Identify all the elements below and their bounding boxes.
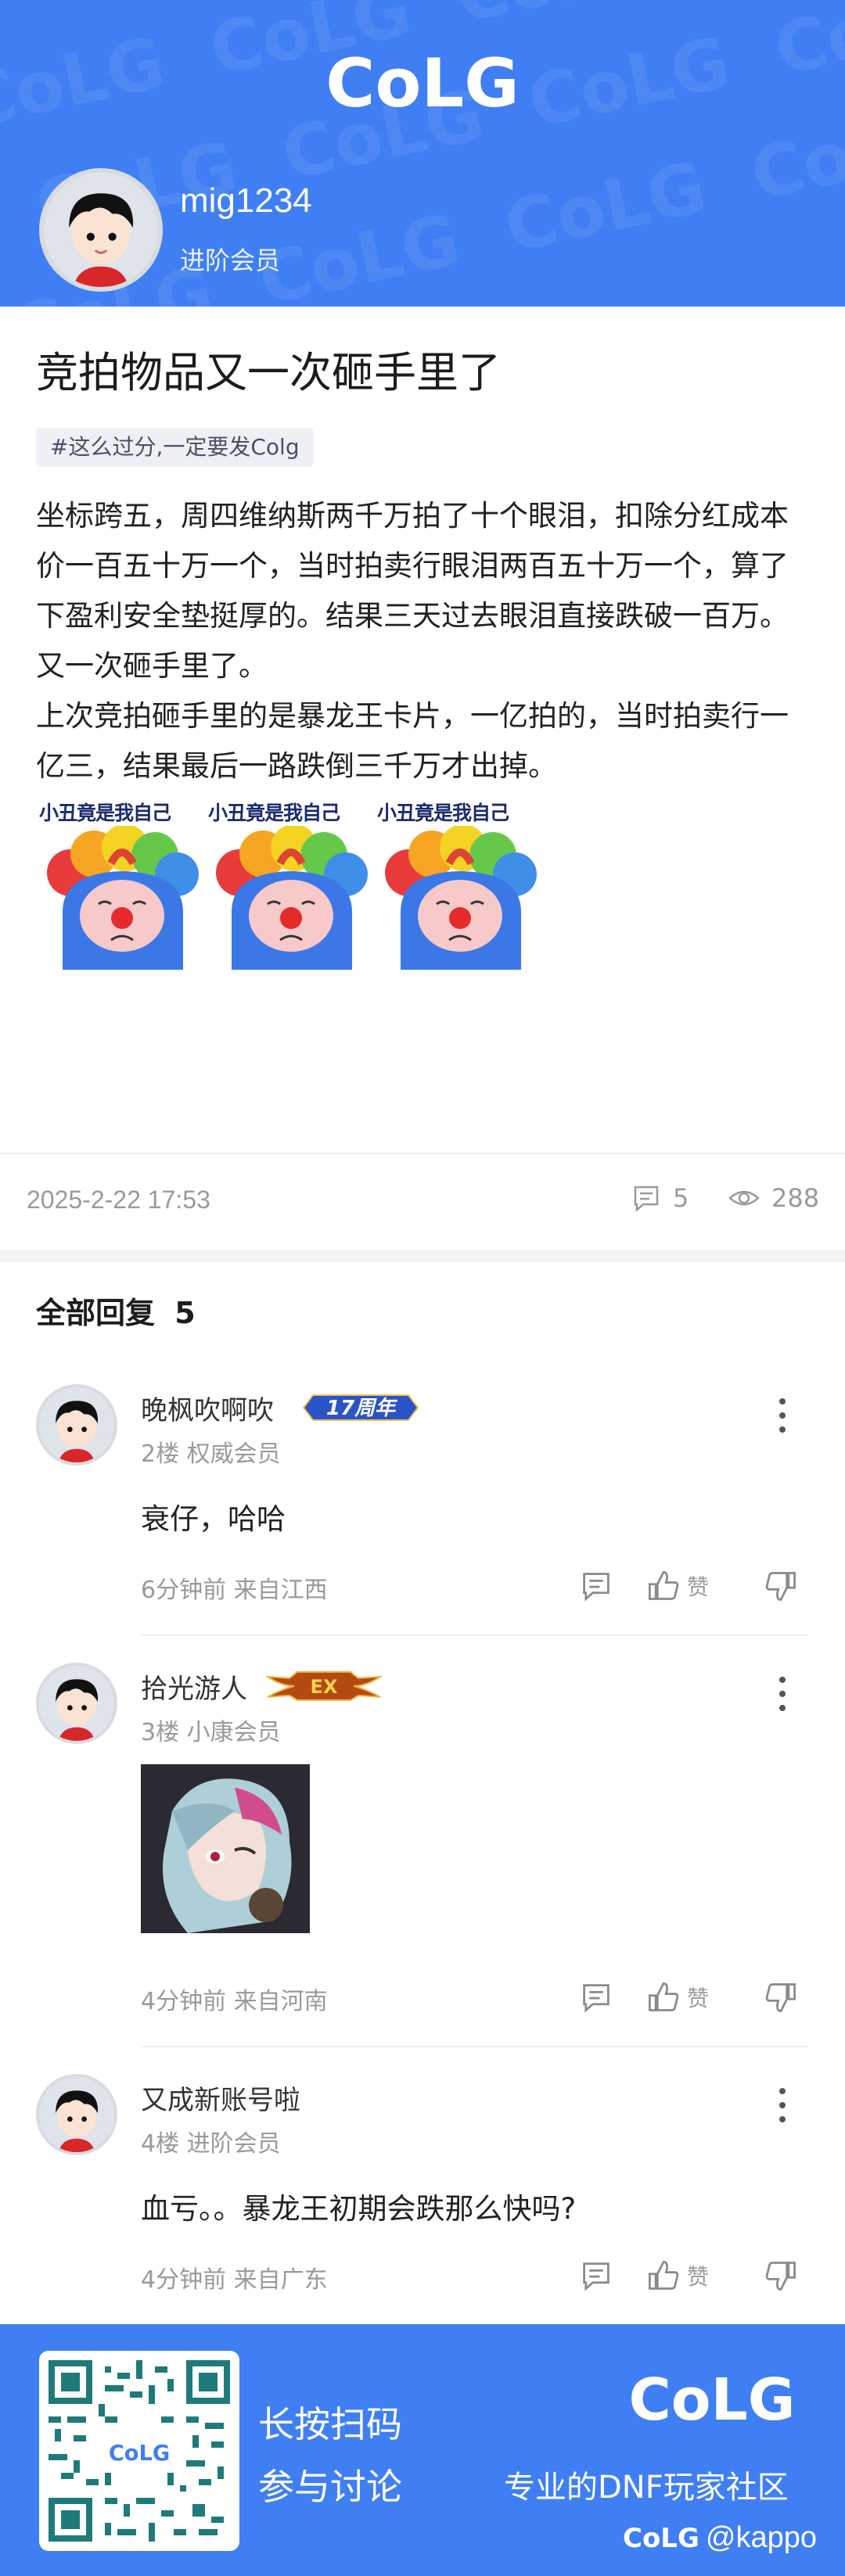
reply-actions: 赞 bbox=[579, 1564, 814, 1608]
more-options-icon[interactable] bbox=[767, 1670, 798, 1717]
reply-actions: 赞 bbox=[579, 1975, 814, 2019]
post-paragraph: 上次竞拍砸手里的是暴龙王卡片，一亿拍的，当时拍卖行一亿三，结果最后一路跌倒三千万… bbox=[36, 699, 789, 783]
reply-image[interactable] bbox=[141, 1764, 310, 1933]
clown-sticker[interactable]: 小丑竟是我自己 bbox=[377, 798, 543, 970]
post-body: 坐标跨五，周四维纳斯两千万拍了十个眼泪，扣除分红成本价一百五十万一个，当时拍卖行… bbox=[36, 491, 811, 791]
svg-text:CoLG: CoLG bbox=[109, 2441, 170, 2466]
reply-item: 拾光游人 EX 3楼 小康会员 4分钟前 来自河南 赞 bbox=[0, 1663, 845, 2047]
like-button[interactable]: 赞 bbox=[646, 2254, 709, 2298]
thumbs-down-icon bbox=[765, 1983, 796, 2012]
share-footer: CoLG 长按扫码 参与讨论 CoLG 专业的DNF玩家社区 CoLG @kap… bbox=[0, 2324, 845, 2576]
reply-item: 晚枫吹啊吹 17周年 2楼 权威会员 衰仔，哈哈 6分钟前 来自江西 赞 bbox=[0, 1384, 845, 1636]
thumbs-up-icon bbox=[649, 2261, 679, 2290]
sticker-caption: 小丑竟是我自己 bbox=[377, 802, 509, 824]
anniversary-badge-icon: 17周年 bbox=[302, 1394, 419, 1421]
thumbs-up-icon bbox=[649, 1982, 679, 2011]
reply-username[interactable]: 拾光游人 bbox=[141, 1667, 247, 1706]
reply-floor: 2楼 权威会员 bbox=[141, 1440, 281, 1468]
svg-text:CoLG: CoLG bbox=[325, 45, 520, 122]
view-count: 288 bbox=[728, 1182, 819, 1214]
sticker-row: 小丑竟是我自己 小丑竟是我自己 小丑竟是我自己 bbox=[39, 798, 548, 970]
replies-label: 全部回复 bbox=[36, 1296, 156, 1330]
author-name[interactable]: mig1234 bbox=[180, 181, 312, 221]
reply-button[interactable] bbox=[579, 1975, 613, 2019]
section-separator bbox=[0, 1250, 845, 1262]
comment-count-button[interactable]: 5 bbox=[631, 1182, 689, 1214]
comment-icon bbox=[583, 1984, 609, 2013]
qr-code[interactable]: CoLG bbox=[39, 2351, 239, 2551]
thumbs-down-icon bbox=[765, 2262, 796, 2291]
replies-count: 5 bbox=[174, 1296, 196, 1330]
footer-slogan: 专业的DNF玩家社区 bbox=[504, 2470, 789, 2506]
reply-username[interactable]: 晚枫吹啊吹 bbox=[141, 1389, 274, 1427]
reply-divider bbox=[141, 2046, 807, 2047]
comment-count: 5 bbox=[673, 1183, 689, 1213]
reply-floor: 3楼 小康会员 bbox=[141, 1719, 281, 1746]
reply-item: 又成新账号啦 4楼 进阶会员 血亏。。暴龙王初期会跌那么快吗? 4分钟前 来自广… bbox=[0, 2074, 845, 2309]
reply-meta: 6分钟前 来自江西 bbox=[141, 1577, 328, 1604]
footer-logo-small: CoLG bbox=[623, 2522, 699, 2554]
reply-floor: 4楼 进阶会员 bbox=[141, 2130, 281, 2158]
reply-meta: 4分钟前 来自河南 bbox=[141, 1988, 328, 2015]
reply-button[interactable] bbox=[579, 2254, 613, 2298]
replies-header: 全部回复 5 bbox=[36, 1289, 196, 1332]
colg-logo: CoLG bbox=[628, 2366, 795, 2434]
post-tag[interactable]: #这么过分,一定要发Colg bbox=[36, 428, 314, 467]
comment-icon bbox=[583, 2262, 609, 2291]
svg-text:CoLG: CoLG bbox=[628, 2366, 795, 2434]
reply-username[interactable]: 又成新账号啦 bbox=[141, 2079, 300, 2117]
clown-sticker[interactable]: 小丑竟是我自己 bbox=[208, 798, 374, 970]
like-button[interactable]: 赞 bbox=[646, 1975, 709, 2019]
view-count-value: 288 bbox=[771, 1183, 820, 1213]
like-label: 赞 bbox=[687, 1574, 710, 1600]
colg-logo: CoLG bbox=[325, 45, 520, 122]
footer-handle: @kappo bbox=[705, 2521, 818, 2554]
thumbs-down-icon bbox=[765, 1572, 796, 1601]
dislike-button[interactable] bbox=[764, 2254, 798, 2298]
more-options-icon[interactable] bbox=[767, 2082, 798, 2129]
like-button[interactable]: 赞 bbox=[646, 1564, 709, 1608]
reply-meta: 4分钟前 来自广东 bbox=[141, 2266, 328, 2294]
sticker-caption: 小丑竟是我自己 bbox=[39, 802, 171, 824]
reply-divider bbox=[141, 1634, 807, 1636]
comment-icon bbox=[583, 1573, 609, 1602]
thumbs-up-icon bbox=[649, 1571, 679, 1600]
post-time: 2025-2-22 17:53 bbox=[27, 1186, 210, 1214]
reply-text: 衰仔，哈哈 bbox=[141, 1502, 286, 1536]
svg-text:EX: EX bbox=[311, 1676, 338, 1698]
qr-code-image: CoLG bbox=[49, 2360, 230, 2542]
reply-avatar[interactable] bbox=[36, 2074, 117, 2155]
sticker-caption: 小丑竟是我自己 bbox=[208, 802, 340, 824]
footer-line-1: 长按扫码 bbox=[258, 2403, 402, 2445]
reply-actions: 赞 bbox=[579, 2254, 814, 2298]
comment-icon bbox=[634, 1186, 659, 1212]
footer-line-2: 参与讨论 bbox=[258, 2466, 402, 2508]
dislike-button[interactable] bbox=[764, 1564, 798, 1608]
svg-text:17周年: 17周年 bbox=[326, 1397, 397, 1420]
author-title: 进阶会员 bbox=[180, 246, 281, 275]
dislike-button[interactable] bbox=[764, 1975, 798, 2019]
reply-text: 血亏。。暴龙王初期会跌那么快吗? bbox=[141, 2192, 577, 2226]
divider bbox=[0, 1153, 845, 1154]
post-title: 竞拍物品又一次砸手里了 bbox=[36, 348, 501, 397]
reply-avatar[interactable] bbox=[36, 1663, 117, 1744]
reply-avatar[interactable] bbox=[36, 1384, 117, 1466]
like-label: 赞 bbox=[687, 2264, 710, 2290]
like-label: 赞 bbox=[687, 1986, 710, 2011]
ex-badge-icon: EX bbox=[266, 1671, 382, 1701]
more-options-icon[interactable] bbox=[767, 1392, 798, 1439]
author-avatar[interactable] bbox=[39, 168, 163, 292]
reply-button[interactable] bbox=[579, 1564, 613, 1608]
eye-icon bbox=[728, 1190, 760, 1206]
clown-sticker[interactable]: 小丑竟是我自己 bbox=[39, 798, 205, 970]
footer-credit: CoLG @kappo bbox=[623, 2521, 817, 2555]
profile-header: CoLG CoLG CoLG CoLG CoLG CoLG CoLG CoLG … bbox=[0, 0, 845, 307]
post-paragraph: 坐标跨五，周四维纳斯两千万拍了十个眼泪，扣除分红成本价一百五十万一个，当时拍卖行… bbox=[36, 499, 789, 683]
